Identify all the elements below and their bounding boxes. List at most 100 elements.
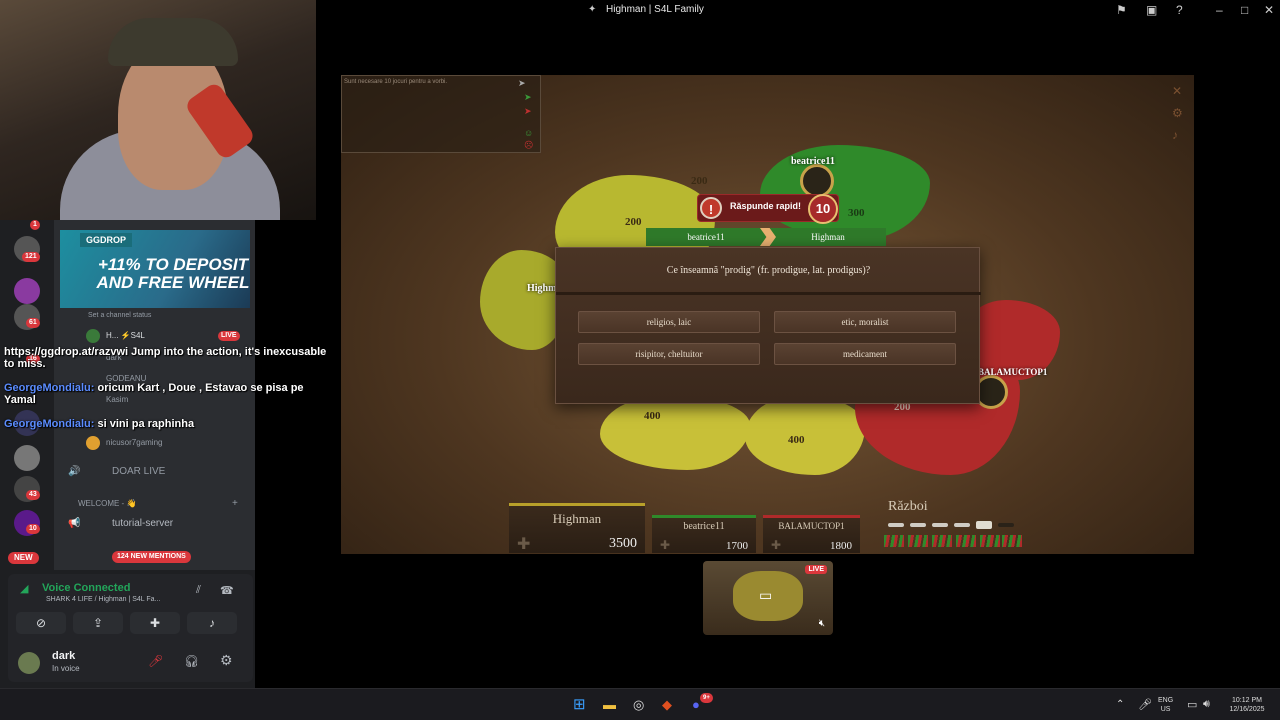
close-icon[interactable]: ✕ <box>1264 3 1274 17</box>
chat-message: https://ggdrop.at/razvwi Jump into the a… <box>4 346 327 370</box>
server-badge: 1 <box>30 220 40 230</box>
round-marker <box>956 535 976 547</box>
brave-icon[interactable]: ◆ <box>662 697 672 713</box>
player-label: beatrice11 <box>791 156 835 167</box>
member-name[interactable]: H... ⚡S4L <box>106 331 145 340</box>
score-name: Highman <box>552 511 602 526</box>
chevron-up-icon[interactable]: ⌃ <box>1116 699 1124 710</box>
live-badge: LIVE <box>805 565 827 574</box>
activities-button[interactable]: ✚ <box>130 612 180 634</box>
app-icon[interactable]: ◎ <box>633 697 644 713</box>
game-chat: Sunt necesare 10 jocuri pentru a vorbi. … <box>341 75 541 153</box>
new-badge: NEW <box>8 552 39 564</box>
answer-button[interactable]: religios, laic <box>578 311 760 333</box>
minimize-icon[interactable]: – <box>1216 3 1223 17</box>
channel-tutorial[interactable]: tutorial-server <box>112 518 173 529</box>
user-name[interactable]: dark <box>52 650 75 662</box>
round-pip <box>954 523 970 527</box>
volume-icon[interactable]: 🔊︎ <box>1203 698 1210 711</box>
language: ENG <box>1158 697 1174 704</box>
duel-left: beatrice11 <box>646 228 766 246</box>
close-game-icon[interactable]: ✕ <box>1172 84 1182 98</box>
round-marker <box>932 535 952 547</box>
windows-start-icon[interactable]: ⊞ <box>573 695 586 713</box>
duel-right: Highman <box>770 228 886 246</box>
send-red-icon[interactable]: ➤ <box>524 106 532 117</box>
window-icon[interactable]: ▣ <box>1146 3 1157 17</box>
promo-brand: GGDROP <box>80 233 133 247</box>
noise-suppression-icon[interactable]: ⫽ <box>196 584 201 597</box>
round-pip <box>888 523 904 527</box>
plus-icon: ✚ <box>517 536 531 553</box>
region: US <box>1160 706 1171 713</box>
user-avatar[interactable] <box>18 652 40 674</box>
plus-icon: ✚ <box>660 538 671 552</box>
castle-icon <box>800 164 834 198</box>
clock[interactable]: 10:12 PM 12/16/2025 <box>1222 696 1272 714</box>
network-icon[interactable]: ▭ <box>1187 698 1197 711</box>
server-icon[interactable] <box>14 445 40 471</box>
sound-game-icon[interactable]: ♪ <box>1172 128 1178 142</box>
new-mentions-pill[interactable]: 124 NEW MENTIONS <box>112 551 191 563</box>
voice-connected-label[interactable]: Voice Connected <box>42 582 130 594</box>
score-box-highman: Highman ✚ 3500 <box>509 503 645 553</box>
chat-hint: Sunt necesare 10 jocuri pentru a vorbi. <box>344 79 448 85</box>
score-points: 3500 <box>609 536 637 551</box>
window-titlebar: ✦ Highman | S4L Family ⚑ ▣ ? – □ ✕ <box>316 0 1280 22</box>
speaker-icon: 🔊 <box>68 466 81 477</box>
stream-preview[interactable]: LIVE ▭ 🔇︎ <box>703 561 833 635</box>
server-badge: 10 <box>26 524 40 534</box>
server-badge: 43 <box>26 490 40 500</box>
maximize-icon[interactable]: □ <box>1241 3 1248 17</box>
discord-icon[interactable]: ● <box>692 697 700 712</box>
folder-icon[interactable]: ▬ <box>603 697 616 712</box>
answer-button[interactable]: medicament <box>774 343 956 365</box>
emote-green-icon[interactable]: ☺ <box>524 128 533 138</box>
channel-doar-live[interactable]: DOAR LIVE <box>112 466 165 477</box>
help-icon[interactable]: ? <box>1176 3 1183 17</box>
score-box-balamuc: BALAMUCTOP1 ✚ 1800 <box>763 515 860 553</box>
flag-icon[interactable]: ⚑ <box>1116 3 1127 17</box>
answer-button[interactable]: etic, moralist <box>774 311 956 333</box>
signal-icon: ◢ <box>20 583 29 595</box>
send-green-icon[interactable]: ➤ <box>524 92 532 103</box>
soundboard-button[interactable]: ♪ <box>187 612 237 634</box>
chat-line: GeorgeMondialu: oricum Kart , Doue , Est… <box>4 382 314 406</box>
score-points: 1800 <box>830 540 852 552</box>
round-marker <box>908 535 928 547</box>
screenshare-button[interactable]: ⇪ <box>73 612 123 634</box>
streamer-cap <box>108 18 238 66</box>
round-pip <box>976 521 992 529</box>
round-marker <box>980 535 1000 547</box>
voice-server-label[interactable]: SHARK 4 LIFE / Highman | S4L Fa... <box>46 596 160 603</box>
settings-game-icon[interactable]: ⚙ <box>1172 106 1183 120</box>
camera-button[interactable]: ⊘ <box>16 612 66 634</box>
channel-category[interactable]: WELCOME - 👋 <box>78 499 136 508</box>
add-channel-icon[interactable]: + <box>232 498 238 509</box>
region-value: 200 <box>691 175 708 187</box>
taskbar: ⊞ ▬ ◎ ◆ ● 9+ ⌃ 🎤︎ ENG US ▭ 🔊︎ 10:12 PM 1… <box>0 688 1280 720</box>
mute-icon[interactable]: 🎤︎ <box>148 654 163 668</box>
promo-headline: +11% TO DEPOSIT AND FREE WHEEL <box>96 255 250 292</box>
emote-red-icon[interactable]: ☹ <box>524 140 533 151</box>
chat-username: GeorgeMondialu: <box>4 382 95 394</box>
round-pip <box>998 523 1014 527</box>
headphones-icon[interactable]: 🎧︎ <box>184 654 199 668</box>
muted-icon[interactable]: 🔇︎ <box>819 618 825 629</box>
language-indicator[interactable]: ENG US <box>1158 696 1173 714</box>
avatar <box>86 329 100 343</box>
answer-button[interactable]: risipitor, cheltuitor <box>578 343 760 365</box>
promo-banner[interactable]: GGDROP +11% TO DEPOSIT AND FREE WHEEL <box>60 230 250 308</box>
member-name[interactable]: nicusor7gaming <box>106 438 162 447</box>
settings-icon[interactable]: ⚙ <box>220 652 233 669</box>
score-name: BALAMUCTOP1 <box>778 521 845 531</box>
mic-icon[interactable]: 🎤︎ <box>1138 698 1152 711</box>
server-badge: 61 <box>26 318 40 328</box>
channel-status[interactable]: Set a channel status <box>88 312 151 319</box>
disconnect-icon[interactable]: ☎ <box>220 584 234 597</box>
timer-banner: ! Răspunde rapid! 10 <box>697 194 839 224</box>
megaphone-icon: 📢 <box>68 518 81 529</box>
server-icon[interactable] <box>14 278 40 304</box>
region-value: 200 <box>625 216 642 228</box>
send-icon[interactable]: ➤ <box>518 78 526 89</box>
